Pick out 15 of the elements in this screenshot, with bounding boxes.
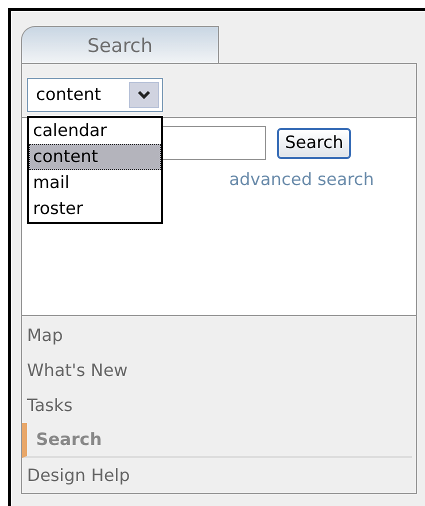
dropdown-option[interactable]: content: [29, 144, 161, 170]
panel-tab[interactable]: Search: [21, 26, 219, 64]
dropdown-option[interactable]: calendar: [29, 118, 161, 144]
caret-icon[interactable]: [129, 82, 159, 108]
dropdown-value: content: [36, 85, 102, 105]
dropdown-option[interactable]: mail: [29, 170, 161, 196]
nav-item[interactable]: Search: [22, 423, 412, 458]
nav-item[interactable]: Design Help: [22, 458, 416, 493]
nav-item[interactable]: Map: [22, 318, 416, 353]
advanced-search-link[interactable]: advanced search: [229, 170, 374, 190]
nav-item[interactable]: Tasks: [22, 388, 416, 423]
search-button[interactable]: Search: [277, 128, 352, 158]
scope-dropdown[interactable]: content: [27, 78, 163, 112]
dropdown-option[interactable]: roster: [29, 196, 161, 222]
nav-item[interactable]: What's New: [22, 353, 416, 388]
